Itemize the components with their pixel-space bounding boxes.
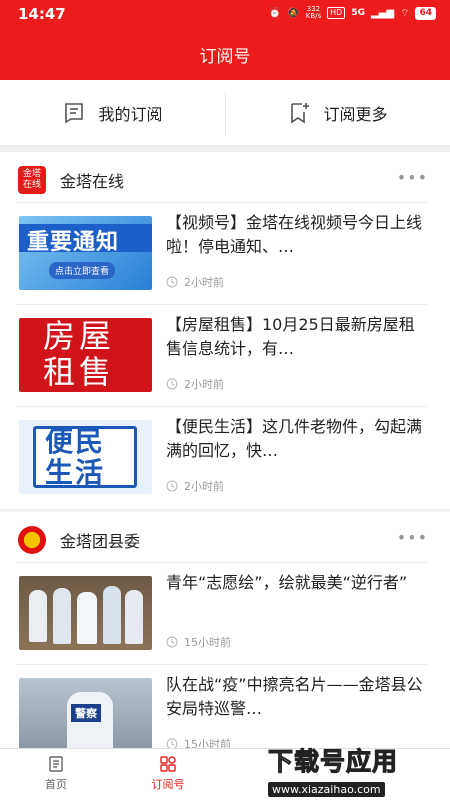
article-item[interactable]: 重要通知 点击立即查看 【视频号】金塔在线视频号今日上线啦！停电通知、… 2小时… [16, 202, 428, 304]
channel-logo-text: 金塔在线 [22, 169, 41, 190]
article-title: 【视频号】金塔在线视频号今日上线啦！停电通知、… [166, 213, 423, 256]
article-time: 2小时前 [184, 276, 224, 289]
app-screen: 14:47 ⏰ 🔕 332 KB/s HD 5G ▂▄▆ ⌔ 64 订阅号 我的… [0, 0, 450, 800]
top-bar: 14:47 ⏰ 🔕 332 KB/s HD 5G ▂▄▆ ⌔ 64 订阅号 [0, 0, 450, 80]
article-title: 【房屋租售】10月25日最新房屋租售信息统计，有… [166, 315, 415, 358]
thumb-subtext: 点击立即查看 [49, 262, 116, 279]
my-subscriptions-label: 我的订阅 [98, 105, 163, 124]
channel-card-jinta-online: 金塔在线 金塔在线 ••• 重要通知 点击立即查看 【视频号】金塔在线视频号今日… [0, 152, 450, 509]
wifi-icon: ⌔ [400, 7, 410, 19]
page-title: 订阅号 [199, 47, 251, 67]
thumb-subtext: 租售 [43, 353, 116, 391]
thumb-text: 房屋 [43, 318, 116, 355]
nav-subscriptions[interactable]: 订阅号 [138, 755, 198, 792]
thumb-subtext: 生活 [45, 456, 106, 489]
article-title: 队在战“疫”中擦亮名片——金塔县公安局特巡警… [166, 675, 423, 718]
clock-icon [166, 636, 178, 648]
bookmark-add-icon [291, 103, 310, 124]
subscription-bar: 我的订阅 订阅更多 [0, 80, 450, 146]
article-title: 【便民生活】这几件老物件，勾起满满的回忆，快… [166, 417, 423, 460]
status-time: 14:47 [18, 5, 66, 23]
clock-icon [166, 480, 178, 492]
grid-icon [160, 756, 176, 772]
signal-label: 5G [351, 8, 365, 18]
nav-home-label: 首页 [45, 778, 67, 791]
channel-logo [18, 526, 46, 554]
article-item[interactable]: 便民 生活 【便民生活】这几件老物件，勾起满满的回忆，快… 2小时前 [16, 406, 428, 508]
article-meta: 2小时前 [166, 274, 224, 290]
article-time: 15小时前 [184, 636, 231, 649]
thumb-text: 便民 [45, 425, 106, 458]
subscribe-more-label: 订阅更多 [323, 105, 388, 124]
hd-badge: HD [327, 7, 346, 19]
more-options-icon[interactable]: ••• [397, 528, 428, 547]
nav-home[interactable]: 首页 [26, 755, 86, 792]
channel-name: 金塔在线 [60, 172, 125, 191]
watermark-text: 下载号应用 [268, 747, 399, 777]
article-time: 2小时前 [184, 378, 224, 391]
thumb-text: 警察 [71, 704, 101, 722]
status-icons: ⏰ 🔕 332 KB/s HD 5G ▂▄▆ ⌔ 64 [269, 6, 436, 20]
thumb-text: 重要通知 [27, 230, 120, 255]
clock-icon [166, 276, 178, 288]
article-thumbnail: 便民 生活 [19, 420, 152, 494]
nav-subscriptions-label: 订阅号 [151, 778, 185, 791]
message-list-icon [65, 103, 84, 124]
network-speed: 332 KB/s [306, 6, 321, 20]
subscribe-more-button[interactable]: 订阅更多 [225, 80, 450, 146]
alarm-icon: ⏰ [268, 7, 282, 19]
article-meta: 15小时前 [166, 634, 231, 650]
watermark-url: www.xiazaihao.com [268, 782, 385, 797]
article-thumbnail: 警察 [19, 678, 152, 752]
channel-name: 金塔团县委 [60, 532, 141, 551]
status-bar: 14:47 ⏰ 🔕 332 KB/s HD 5G ▂▄▆ ⌔ 64 [0, 0, 450, 28]
article-time: 2小时前 [184, 480, 224, 493]
clock-icon [166, 378, 178, 390]
channel-header[interactable]: 金塔在线 金塔在线 ••• [0, 152, 450, 206]
home-icon [49, 756, 63, 772]
article-thumbnail [19, 576, 152, 650]
article-meta: 2小时前 [166, 376, 224, 392]
article-item[interactable]: 青年“志愿绘”，绘就最美“逆行者” 15小时前 [16, 562, 428, 664]
battery-indicator: 64 [415, 6, 436, 20]
article-thumbnail: 重要通知 点击立即查看 [19, 216, 152, 290]
watermark: 下载号应用 www.xiazaihao.com [268, 742, 444, 797]
channel-card-youth-league: 金塔团县委 ••• 青年“志愿绘”，绘就最美“逆行者” 15小时前 警察 队在战… [0, 512, 450, 752]
more-options-icon[interactable]: ••• [397, 168, 428, 187]
speed-unit: KB/s [305, 12, 322, 20]
my-subscriptions-button[interactable]: 我的订阅 [0, 80, 225, 146]
article-meta: 2小时前 [166, 478, 224, 494]
channel-logo: 金塔在线 [18, 166, 46, 194]
article-item[interactable]: 房屋 租售 【房屋租售】10月25日最新房屋租售信息统计，有… 2小时前 [16, 304, 428, 406]
channel-header[interactable]: 金塔团县委 ••• [0, 512, 450, 566]
signal-icon: ▂▄▆ [370, 7, 395, 19]
article-thumbnail: 房屋 租售 [19, 318, 152, 392]
article-title: 青年“志愿绘”，绘就最美“逆行者” [166, 573, 408, 592]
mute-icon: 🔕 [287, 7, 300, 19]
